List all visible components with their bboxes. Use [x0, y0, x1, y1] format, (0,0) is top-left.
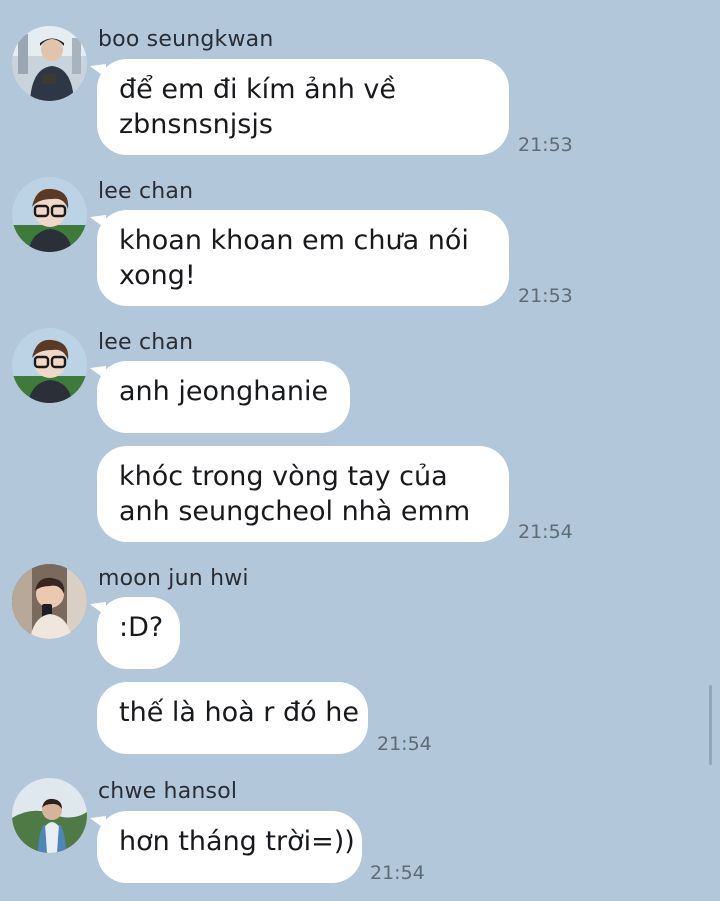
message-timestamp: 21:53 [518, 134, 573, 156]
message-text-line: để em đi kím ảnh về [119, 74, 397, 105]
message-bubble[interactable]: khóc trong vòng tay của anh seungcheol n… [97, 446, 509, 542]
avatar-boo-seungkwan[interactable] [12, 26, 87, 101]
message-bubble[interactable]: anh jeonghanie [97, 361, 350, 433]
message-text-line: anh seungcheol nhà emm [119, 496, 471, 527]
message-bubble[interactable]: để em đi kím ảnh về zbnsnsnjsjs [97, 59, 509, 155]
message-timestamp: 21:54 [370, 862, 425, 884]
sender-name: lee chan [98, 330, 194, 355]
avatar-moon-jun-hwi[interactable] [12, 564, 87, 639]
message-bubble[interactable]: hơn tháng trời=)) [97, 811, 362, 883]
message-text-line: :D? [119, 612, 164, 643]
message-text-line: xong! [119, 260, 196, 291]
message-text-line: khoan khoan em chưa nói [119, 225, 469, 256]
message-text-line: hơn tháng trời=)) [119, 826, 355, 857]
chat-thread: boo seungkwan để em đi kím ảnh về zbnsns… [0, 0, 720, 901]
message-text-line: zbnsnsnjsjs [119, 109, 273, 140]
message-timestamp: 21:53 [518, 285, 573, 307]
sender-name: lee chan [98, 179, 194, 204]
sender-name: moon jun hwi [98, 566, 249, 591]
message-bubble[interactable]: :D? [97, 597, 180, 669]
message-bubble[interactable]: khoan khoan em chưa nói xong! [97, 210, 509, 306]
message-text-line: anh jeonghanie [119, 376, 329, 407]
message-timestamp: 21:54 [377, 733, 432, 755]
scrollbar[interactable] [709, 685, 712, 765]
message-text-line: khóc trong vòng tay của [119, 461, 448, 492]
sender-name: boo seungkwan [98, 27, 274, 52]
avatar-lee-chan[interactable] [12, 177, 87, 252]
message-text-line: thế là hoà r đó he [119, 697, 359, 728]
message-bubble[interactable]: thế là hoà r đó he [97, 682, 368, 754]
message-timestamp: 21:54 [518, 521, 573, 543]
avatar-lee-chan[interactable] [12, 328, 87, 403]
avatar-chwe-hansol[interactable] [12, 778, 87, 853]
sender-name: chwe hansol [98, 779, 238, 804]
